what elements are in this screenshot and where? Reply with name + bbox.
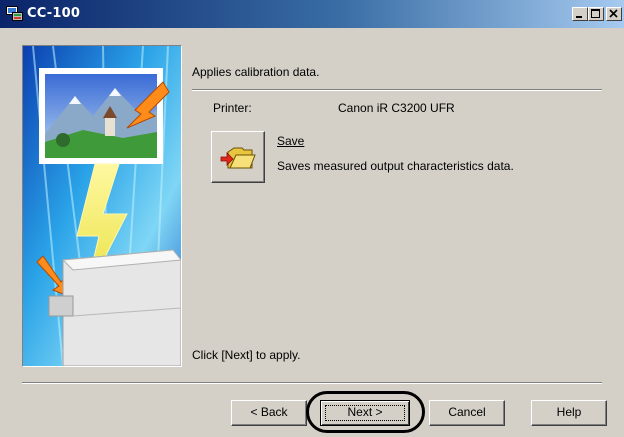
wizard-illustration [22,45,182,367]
printer-image [48,249,181,366]
next-button[interactable]: Next > [320,400,410,426]
help-button[interactable]: Help [531,400,607,426]
printer-label: Printer: [213,101,252,115]
back-button[interactable]: < Back [231,400,307,426]
save-title: Save [277,134,304,148]
save-title-text: Save [277,134,305,148]
close-icon [609,9,618,18]
title-bar[interactable]: CC-100 [0,0,624,28]
minimize-button[interactable] [572,7,588,21]
divider [22,382,602,384]
app-icon [6,6,23,21]
folder-save-icon [220,147,256,169]
save-button[interactable] [211,131,265,183]
cancel-button[interactable]: Cancel [429,400,505,426]
footer-instruction: Click [Next] to apply. [192,348,301,362]
calibration-illustration [23,46,181,366]
maximize-icon [591,9,600,18]
printer-name: Canon iR C3200 UFR [338,101,455,115]
window-title: CC-100 [27,6,81,21]
save-description: Saves measured output characteristics da… [277,159,514,173]
dialog-window: CC-100 Applies calibration data. Printer… [0,0,624,437]
next-button-label: Next > [347,405,383,419]
close-button[interactable] [606,7,622,21]
minimize-icon [576,16,582,18]
divider [192,89,602,91]
header-description: Applies calibration data. [192,65,320,79]
maximize-button[interactable] [588,7,604,21]
